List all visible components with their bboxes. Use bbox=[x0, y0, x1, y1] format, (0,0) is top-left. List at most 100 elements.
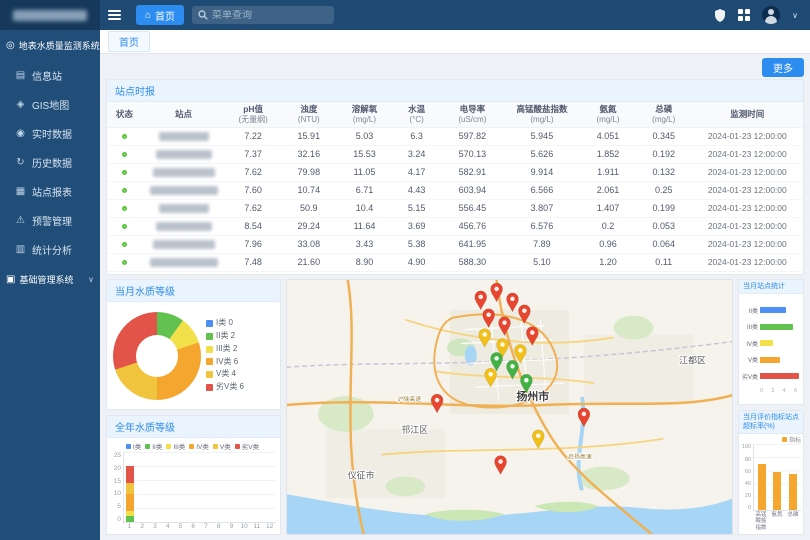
bar-month-11 bbox=[253, 452, 261, 522]
value-cell: 7.96 bbox=[225, 235, 281, 253]
value-cell: 21.60 bbox=[281, 253, 337, 271]
station-table: 状态站点pH值(无量纲)浊度(NTU)溶解氧(mg/L)水温(°C)电导率(uS… bbox=[107, 102, 803, 272]
logo-area[interactable] bbox=[0, 0, 100, 30]
status-cell bbox=[107, 199, 142, 217]
value-cell: 9.914 bbox=[504, 163, 581, 181]
sidebar-item-站点报表[interactable]: ▦站点报表 bbox=[0, 177, 100, 206]
x-axis-labels: 123456789101112 bbox=[123, 523, 276, 532]
donut-chart[interactable] bbox=[113, 312, 201, 400]
monitor-time-cell: 2024-01-23 12:00:00 bbox=[692, 163, 803, 181]
panel-title-month-station-stats: 当月站点统计 bbox=[739, 280, 803, 294]
panel-title-exceed-rate: 当月评价指标站点超标率(%) bbox=[739, 411, 803, 435]
top-header: ⌂ 首页 ∨ bbox=[0, 0, 810, 30]
y-tick: 10 bbox=[109, 490, 121, 497]
table-row[interactable]: 8.5429.2411.643.69456.766.5760.20.053202… bbox=[107, 217, 803, 235]
bar-month-3 bbox=[152, 452, 160, 522]
column-unit: (mg/L) bbox=[637, 115, 691, 125]
x-tick: 11 bbox=[251, 523, 264, 532]
sidebar-item-base-system[interactable]: ▣ 基础管理系统 ∨ bbox=[0, 264, 100, 295]
donut-legend: I类 0II类 2III类 2IV类 6V类 4劣V类 6 bbox=[206, 317, 244, 394]
column-header-监测时间: 监测时间 bbox=[692, 102, 803, 127]
value-cell: 3.807 bbox=[504, 199, 581, 217]
bar-month-1 bbox=[126, 452, 134, 522]
report-icon: ▦ bbox=[15, 186, 26, 197]
column-unit: (mg/L) bbox=[338, 115, 392, 125]
value-cell: 0.199 bbox=[636, 199, 692, 217]
value-cell: 7.37 bbox=[225, 145, 281, 163]
x-tick: 9 bbox=[225, 523, 238, 532]
sidebar-item-预警管理[interactable]: ⚠预警管理 bbox=[0, 206, 100, 235]
bar-segment bbox=[126, 494, 134, 511]
hbar-chart[interactable]: II类III类IV类V类劣V类0246 bbox=[739, 294, 803, 403]
base-system-icon: ▣ bbox=[6, 274, 15, 285]
dashboard-bottom-row: 当月水质等级 I类 0II类 2III类 2IV类 6V类 4劣V类 6 全年水… bbox=[106, 279, 804, 535]
status-cell bbox=[107, 145, 142, 163]
table-row[interactable]: 7.6250.910.45.15556.453.8071.4070.199202… bbox=[107, 199, 803, 217]
monitor-time-cell: 2024-01-23 12:00:00 bbox=[692, 181, 803, 199]
table-row[interactable]: 7.3732.1615.533.24570.135.6261.8520.1922… bbox=[107, 145, 803, 163]
value-cell: 15.53 bbox=[337, 145, 393, 163]
menu-search[interactable] bbox=[192, 6, 334, 24]
more-button[interactable]: 更多 bbox=[762, 58, 804, 77]
gis-map-panel[interactable]: 扬州市江都区邗江区仪征市沪陕高速启扬高速 bbox=[286, 279, 733, 535]
hbar-category: III类 bbox=[741, 322, 758, 331]
stacked-bars bbox=[123, 452, 276, 523]
hbar-track bbox=[760, 373, 799, 379]
value-cell: 0.96 bbox=[580, 235, 636, 253]
value-cell: 5.15 bbox=[392, 199, 441, 217]
legend-label: 劣V类 bbox=[242, 441, 259, 451]
x-tick: 6 bbox=[187, 523, 200, 532]
legend-swatch bbox=[166, 444, 171, 449]
left-chart-column: 当月水质等级 I类 0II类 2III类 2IV类 6V类 4劣V类 6 全年水… bbox=[106, 279, 281, 535]
sidebar-item-信息站[interactable]: ▤信息站 bbox=[0, 61, 100, 90]
legend-label: III类 bbox=[173, 441, 185, 451]
table-row[interactable]: 7.4821.608.904.90588.305.101.200.112024-… bbox=[107, 253, 803, 271]
legend-item: IV类 bbox=[189, 441, 209, 451]
status-dot-normal bbox=[122, 206, 127, 211]
vbar-chart[interactable]: 指标 100806040200 高锰酸盐指数氨氮总磷 bbox=[739, 434, 803, 534]
vbar-bars bbox=[753, 444, 801, 511]
sidebar-root-item[interactable]: ◎ 地表水质量监测系统 ∧ bbox=[0, 30, 100, 61]
legend-swatch bbox=[206, 346, 213, 353]
sidebar-item-GIS地图[interactable]: ◈GIS地图 bbox=[0, 90, 100, 119]
bar-month-7 bbox=[202, 452, 210, 522]
hbar-track bbox=[760, 340, 799, 346]
user-avatar[interactable] bbox=[762, 6, 780, 24]
x-tick: 4 bbox=[161, 523, 174, 532]
sidebar-item-实时数据[interactable]: ◉实时数据 bbox=[0, 119, 100, 148]
bar-month-12 bbox=[266, 452, 274, 522]
sidebar-collapse-icon[interactable] bbox=[100, 10, 128, 20]
legend-swatch bbox=[206, 358, 213, 365]
hbar-track bbox=[760, 307, 799, 313]
hbar-fill bbox=[760, 340, 773, 346]
hbar-track bbox=[760, 357, 799, 363]
tab-home[interactable]: 首页 bbox=[108, 31, 150, 52]
table-row[interactable]: 7.6010.746.714.43603.946.5662.0610.25202… bbox=[107, 181, 803, 199]
value-cell: 570.13 bbox=[441, 145, 504, 163]
stacked-bar-chart[interactable]: 2520151050 bbox=[109, 452, 276, 523]
status-dot-normal bbox=[122, 260, 127, 265]
value-cell: 0.25 bbox=[636, 181, 692, 199]
column-header-pH值: pH值(无量纲) bbox=[225, 102, 281, 127]
shield-icon[interactable] bbox=[714, 9, 726, 22]
table-row[interactable]: 7.9633.083.435.38641.957.890.960.0642024… bbox=[107, 235, 803, 253]
table-row[interactable]: 7.6279.9811.054.17582.919.9141.9110.1322… bbox=[107, 163, 803, 181]
column-header-溶解氧: 溶解氧(mg/L) bbox=[337, 102, 393, 127]
apps-grid-icon[interactable] bbox=[738, 9, 750, 21]
monitor-time-cell: 2024-01-23 12:00:00 bbox=[692, 127, 803, 145]
gis-map[interactable]: 扬州市江都区邗江区仪征市沪陕高速启扬高速 bbox=[287, 280, 732, 534]
sidebar-item-历史数据[interactable]: ↻历史数据 bbox=[0, 148, 100, 177]
legend-swatch bbox=[189, 444, 194, 449]
map-label-沪陕高速: 沪陕高速 bbox=[397, 395, 421, 403]
menu-search-input[interactable] bbox=[212, 10, 324, 21]
legend-item: I类 bbox=[126, 441, 141, 451]
logo-blurred bbox=[13, 10, 87, 21]
legend-swatch bbox=[126, 444, 131, 449]
home-nav-button[interactable]: ⌂ 首页 bbox=[136, 5, 184, 25]
sidebar-item-统计分析[interactable]: ▥统计分析 bbox=[0, 235, 100, 264]
sidebar: ◎ 地表水质量监测系统 ∧ ▤信息站◈GIS地图◉实时数据↻历史数据▦站点报表⚠… bbox=[0, 30, 100, 540]
sidebar-item-label: 统计分析 bbox=[32, 242, 72, 257]
hbar-row: V类 bbox=[741, 355, 799, 364]
chevron-down-icon[interactable]: ∨ bbox=[792, 11, 798, 20]
table-row[interactable]: 7.2215.915.036.3597.825.9454.0510.345202… bbox=[107, 127, 803, 145]
